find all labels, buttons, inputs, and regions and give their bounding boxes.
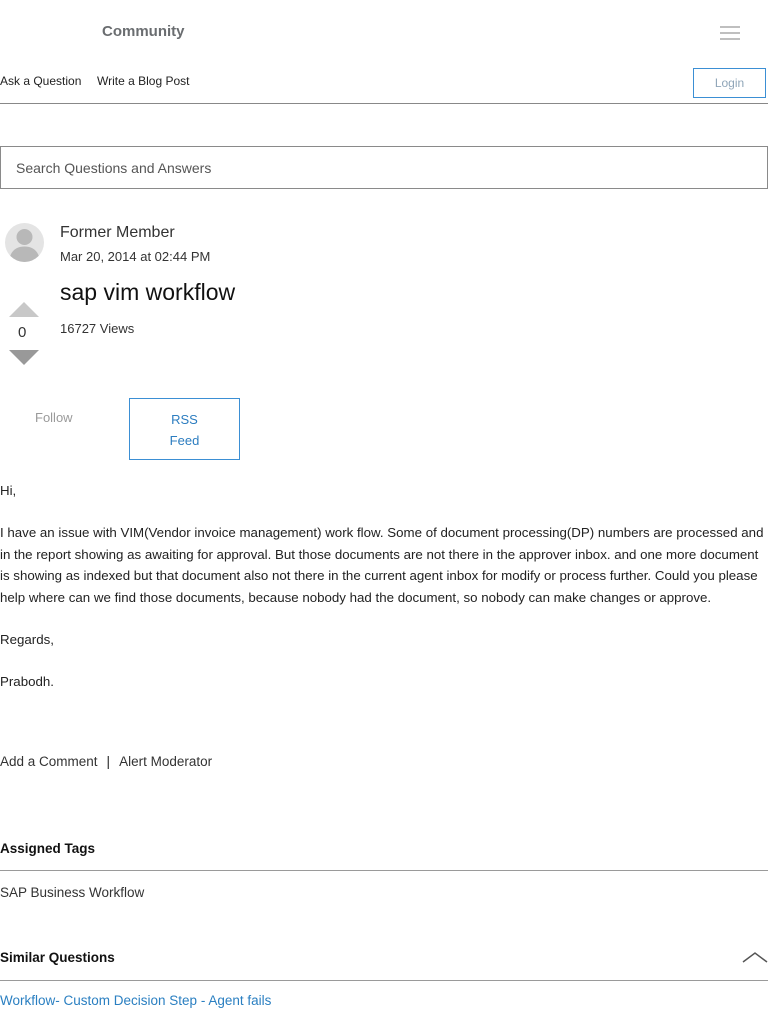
vote-count: 0 <box>18 324 27 341</box>
rss-label-line1: RSS <box>171 412 198 427</box>
brand-logo-text[interactable]: Community <box>102 23 185 40</box>
question-body: Hi, I have an issue with VIM(Vendor invo… <box>0 480 768 713</box>
body-signature: Prabodh. <box>0 673 54 689</box>
body-paragraph: I have an issue with VIM(Vendor invoice … <box>0 525 764 605</box>
body-greeting: Hi, <box>0 483 17 498</box>
similar-questions-heading[interactable]: Similar Questions <box>0 950 115 965</box>
question-actions: Add a Comment | Alert Moderator <box>0 754 212 769</box>
login-button[interactable]: Login <box>693 68 766 98</box>
question-title: sap vim workflow <box>60 279 236 305</box>
author-name[interactable]: Former Member <box>60 224 175 242</box>
follow-button[interactable]: Follow <box>35 410 73 425</box>
assigned-tags-divider <box>0 870 768 871</box>
similar-question-link[interactable]: Workflow- Custom Decision Step - Agent f… <box>0 993 271 1008</box>
hamburger-menu-icon[interactable] <box>720 26 740 40</box>
tag-link[interactable]: SAP Business Workflow <box>0 885 144 900</box>
upvote-arrow-icon[interactable] <box>9 302 39 317</box>
nav-ask-question[interactable]: Ask a Question <box>0 74 81 88</box>
actions-separator: | <box>106 754 111 769</box>
search-input[interactable] <box>0 146 768 189</box>
chevron-up-icon[interactable] <box>742 950 768 964</box>
header-divider <box>0 103 768 104</box>
rss-label-line2: Feed <box>169 433 200 448</box>
post-date: Mar 20, 2014 at 02:44 PM <box>60 249 211 264</box>
alert-moderator-link[interactable]: Alert Moderator <box>119 754 212 769</box>
similar-questions-divider <box>0 980 768 981</box>
user-avatar-icon[interactable] <box>5 223 44 262</box>
body-regards: Regards, <box>0 631 54 647</box>
rss-feed-button[interactable]: RSS Feed <box>129 398 240 460</box>
nav-write-blog-post[interactable]: Write a Blog Post <box>97 74 189 88</box>
assigned-tags-heading: Assigned Tags <box>0 841 96 856</box>
view-count: 16727 Views <box>60 321 135 336</box>
add-comment-link[interactable]: Add a Comment <box>0 754 98 769</box>
downvote-arrow-icon[interactable] <box>9 350 39 365</box>
